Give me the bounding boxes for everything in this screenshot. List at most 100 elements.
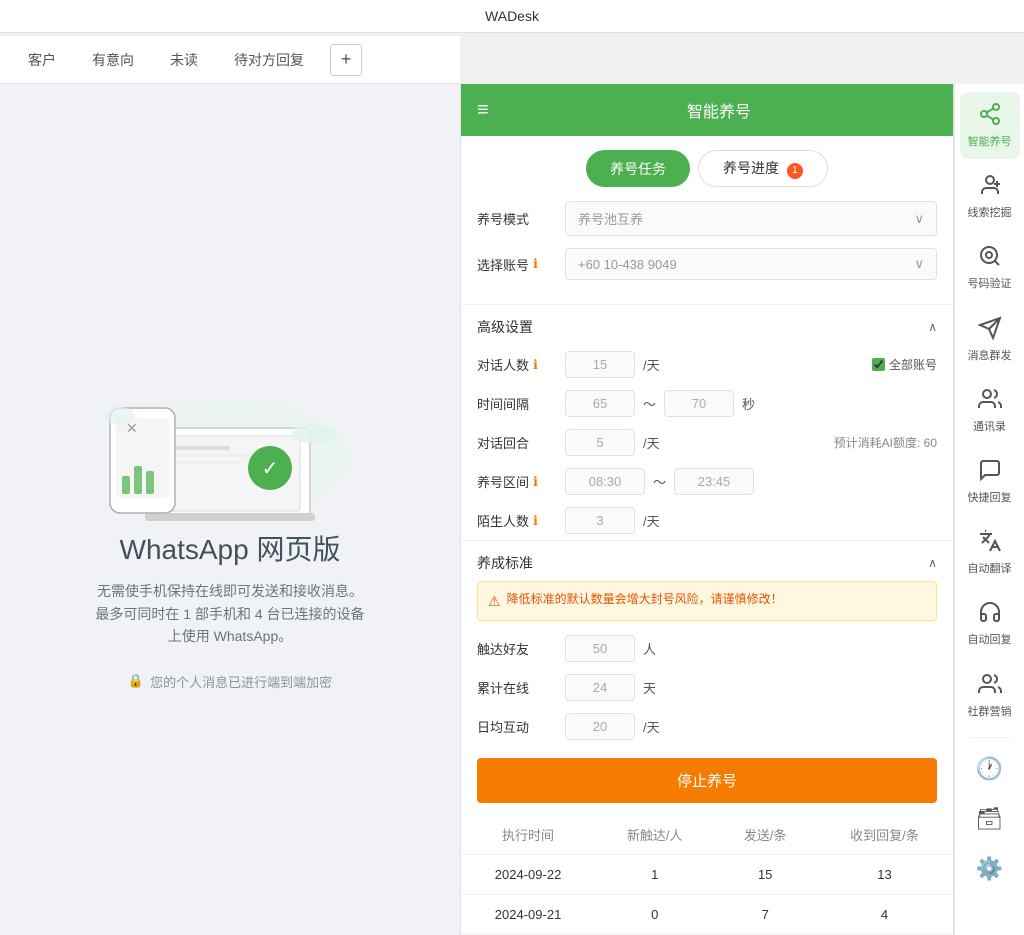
sidebar-label-broadcast: 消息群发 bbox=[968, 350, 1012, 363]
sidebar-item-history[interactable]: 🕐 bbox=[960, 746, 1020, 792]
account-info-icon: ℹ bbox=[533, 256, 538, 272]
td-reach-1: 1 bbox=[595, 855, 714, 895]
adv-label-strangers: 陌生人数 ℹ bbox=[477, 511, 557, 530]
tab-waiting-reply[interactable]: 待对方回复 bbox=[216, 38, 322, 82]
right-sidebar: 智能养号 线索挖掘 号码验证 bbox=[954, 84, 1024, 935]
sidebar-label-auto-reply: 自动回复 bbox=[968, 634, 1012, 647]
adv-label-dialog: 对话人数 ℹ bbox=[477, 355, 557, 374]
app-title: WADesk bbox=[485, 8, 539, 24]
adv-row-daily-interact: 日均互动 /天 bbox=[461, 707, 953, 746]
td-date-1: 2024-09-22 bbox=[461, 855, 595, 895]
main-layout: ✕ ✓ WhatsApp 网页版 无需使手机保持在线即可发送和接收消息。最多可同… bbox=[0, 84, 1024, 935]
sub-tabs: 养号任务 养号进度 1 bbox=[461, 136, 953, 201]
sidebar-item-community[interactable]: 社群营销 bbox=[960, 662, 1020, 729]
sidebar-item-smart-account[interactable]: 智能养号 bbox=[960, 92, 1020, 159]
sidebar-item-auto-reply[interactable]: 自动回复 bbox=[960, 590, 1020, 657]
advanced-section-header[interactable]: 高级设置 ∧ bbox=[461, 304, 953, 345]
th-new-reach: 新触达/人 bbox=[595, 815, 714, 855]
mode-select[interactable]: 养号池互养 ∨ bbox=[565, 201, 937, 236]
sidebar-item-leads[interactable]: 线索挖掘 bbox=[960, 163, 1020, 230]
adv-row-dialog-people: 对话人数 ℹ /天 全部账号 bbox=[461, 345, 953, 384]
wa-title: WhatsApp 网页版 bbox=[120, 528, 341, 568]
account-select[interactable]: +60 10-438 9049 ∨ bbox=[565, 248, 937, 280]
wa-subtitle: 无需使手机保持在线即可发送和接收消息。最多可同时在 1 部手机和 4 台已连接的… bbox=[95, 580, 364, 647]
table-row: 2024-09-21 0 7 4 bbox=[461, 895, 953, 935]
translate-icon bbox=[978, 529, 1002, 559]
daily-interact-input[interactable] bbox=[565, 713, 635, 740]
sidebar-item-verify[interactable]: 号码验证 bbox=[960, 234, 1020, 301]
sidebar-label-quick-reply: 快捷回复 bbox=[968, 492, 1012, 505]
sidebar-item-broadcast[interactable]: 消息群发 bbox=[960, 306, 1020, 373]
tilde-1: ～ bbox=[643, 394, 656, 413]
sidebar-label-smart: 智能养号 bbox=[968, 136, 1012, 149]
clock-icon: 🕐 bbox=[976, 756, 1003, 782]
warning-box: ⚠ 降低标准的默认数量会增大封号风险，请谨慎修改！ bbox=[477, 581, 937, 621]
wa-illustration: ✕ ✓ bbox=[70, 328, 390, 528]
center-panel: ≡ 智能养号 养号任务 养号进度 1 养号模式 养号池互养 ∨ bbox=[460, 84, 954, 935]
tab-interested[interactable]: 有意向 bbox=[74, 38, 152, 82]
sub-tab-task[interactable]: 养号任务 bbox=[586, 150, 690, 187]
search-person-icon bbox=[978, 244, 1002, 274]
progress-badge: 1 bbox=[787, 163, 803, 179]
mode-label: 养号模式 bbox=[477, 209, 557, 228]
warning-text: 降低标准的默认数量会增大封号风险，请谨慎修改！ bbox=[507, 590, 783, 612]
sidebar-item-contacts[interactable]: 通讯录 bbox=[960, 377, 1020, 444]
online-input[interactable] bbox=[565, 674, 635, 701]
advanced-chevron: ∧ bbox=[928, 320, 937, 334]
stop-button[interactable]: 停止养号 bbox=[477, 758, 937, 803]
sub-tab-progress[interactable]: 养号进度 1 bbox=[698, 150, 828, 187]
strangers-input[interactable] bbox=[565, 507, 635, 534]
adv-row-time-range: 养号区间 ℹ ～ bbox=[461, 462, 953, 501]
td-date-2: 2024-09-21 bbox=[461, 895, 595, 935]
sidebar-label-verify: 号码验证 bbox=[968, 278, 1012, 291]
dialog-rounds-input[interactable] bbox=[565, 429, 635, 456]
adv-label-daily: 日均互动 bbox=[477, 717, 557, 736]
interval-input-1[interactable] bbox=[565, 390, 635, 417]
interval-unit: 秒 bbox=[742, 394, 755, 413]
adv-label-time-range: 养号区间 ℹ bbox=[477, 472, 557, 491]
adv-row-strangers: 陌生人数 ℹ /天 bbox=[461, 501, 953, 540]
td-sent-1: 15 bbox=[714, 855, 816, 895]
form-row-account: 选择账号 ℹ +60 10-438 9049 ∨ bbox=[477, 248, 937, 280]
chat-icon bbox=[978, 458, 1002, 488]
sidebar-item-settings[interactable]: ⚙️ bbox=[960, 846, 1020, 892]
warning-icon: ⚠ bbox=[488, 590, 501, 612]
time-range-start[interactable] bbox=[565, 468, 645, 495]
reach-unit: 人 bbox=[643, 639, 656, 658]
person-add-icon bbox=[978, 173, 1002, 203]
strangers-unit: /天 bbox=[643, 511, 660, 530]
add-tab-button[interactable]: + bbox=[330, 44, 362, 76]
sidebar-label-leads: 线索挖掘 bbox=[968, 207, 1012, 220]
time-range-end[interactable] bbox=[674, 468, 754, 495]
chevron-down-icon-2: ∨ bbox=[914, 256, 924, 272]
form-row-mode: 养号模式 养号池互养 ∨ bbox=[477, 201, 937, 236]
th-time: 执行时间 bbox=[461, 815, 595, 855]
all-accounts-checkbox[interactable] bbox=[872, 358, 885, 371]
standards-section-header[interactable]: 养成标准 ∧ bbox=[461, 540, 953, 581]
headset-icon bbox=[978, 600, 1002, 630]
share-icon bbox=[978, 102, 1002, 132]
reach-input[interactable] bbox=[565, 635, 635, 662]
contacts-icon bbox=[978, 387, 1002, 417]
adv-row-online: 累计在线 天 bbox=[461, 668, 953, 707]
all-accounts-checkbox-area: 全部账号 bbox=[872, 356, 937, 373]
adv-row-time-interval: 时间间隔 ～ 秒 bbox=[461, 384, 953, 423]
tab-unread[interactable]: 未读 bbox=[152, 38, 216, 82]
tab-customers[interactable]: 客户 bbox=[10, 38, 74, 82]
sidebar-item-storage[interactable]: 🗃 bbox=[960, 796, 1020, 842]
dialog-people-input[interactable] bbox=[565, 351, 635, 378]
lock-icon: 🔒 bbox=[128, 673, 144, 689]
left-panel: ✕ ✓ WhatsApp 网页版 无需使手机保持在线即可发送和接收消息。最多可同… bbox=[0, 84, 460, 935]
menu-icon[interactable]: ≡ bbox=[477, 99, 489, 122]
panel-title: 智能养号 bbox=[501, 98, 937, 122]
dialog-people-unit: /天 bbox=[643, 355, 660, 374]
sidebar-item-translate[interactable]: 自动翻译 bbox=[960, 519, 1020, 586]
interval-input-2[interactable] bbox=[664, 390, 734, 417]
adv-label-interval: 时间间隔 bbox=[477, 394, 557, 413]
sidebar-item-quick-reply[interactable]: 快捷回复 bbox=[960, 448, 1020, 515]
tab-bar: 客户 有意向 未读 待对方回复 + bbox=[0, 36, 460, 84]
adv-row-reach: 触达好友 人 bbox=[461, 629, 953, 668]
settings-icon: ⚙️ bbox=[976, 856, 1003, 882]
data-table: 执行时间 新触达/人 发送/条 收到回复/条 2024-09-22 1 15 1… bbox=[461, 815, 953, 935]
strangers-info-icon: ℹ bbox=[533, 513, 538, 529]
